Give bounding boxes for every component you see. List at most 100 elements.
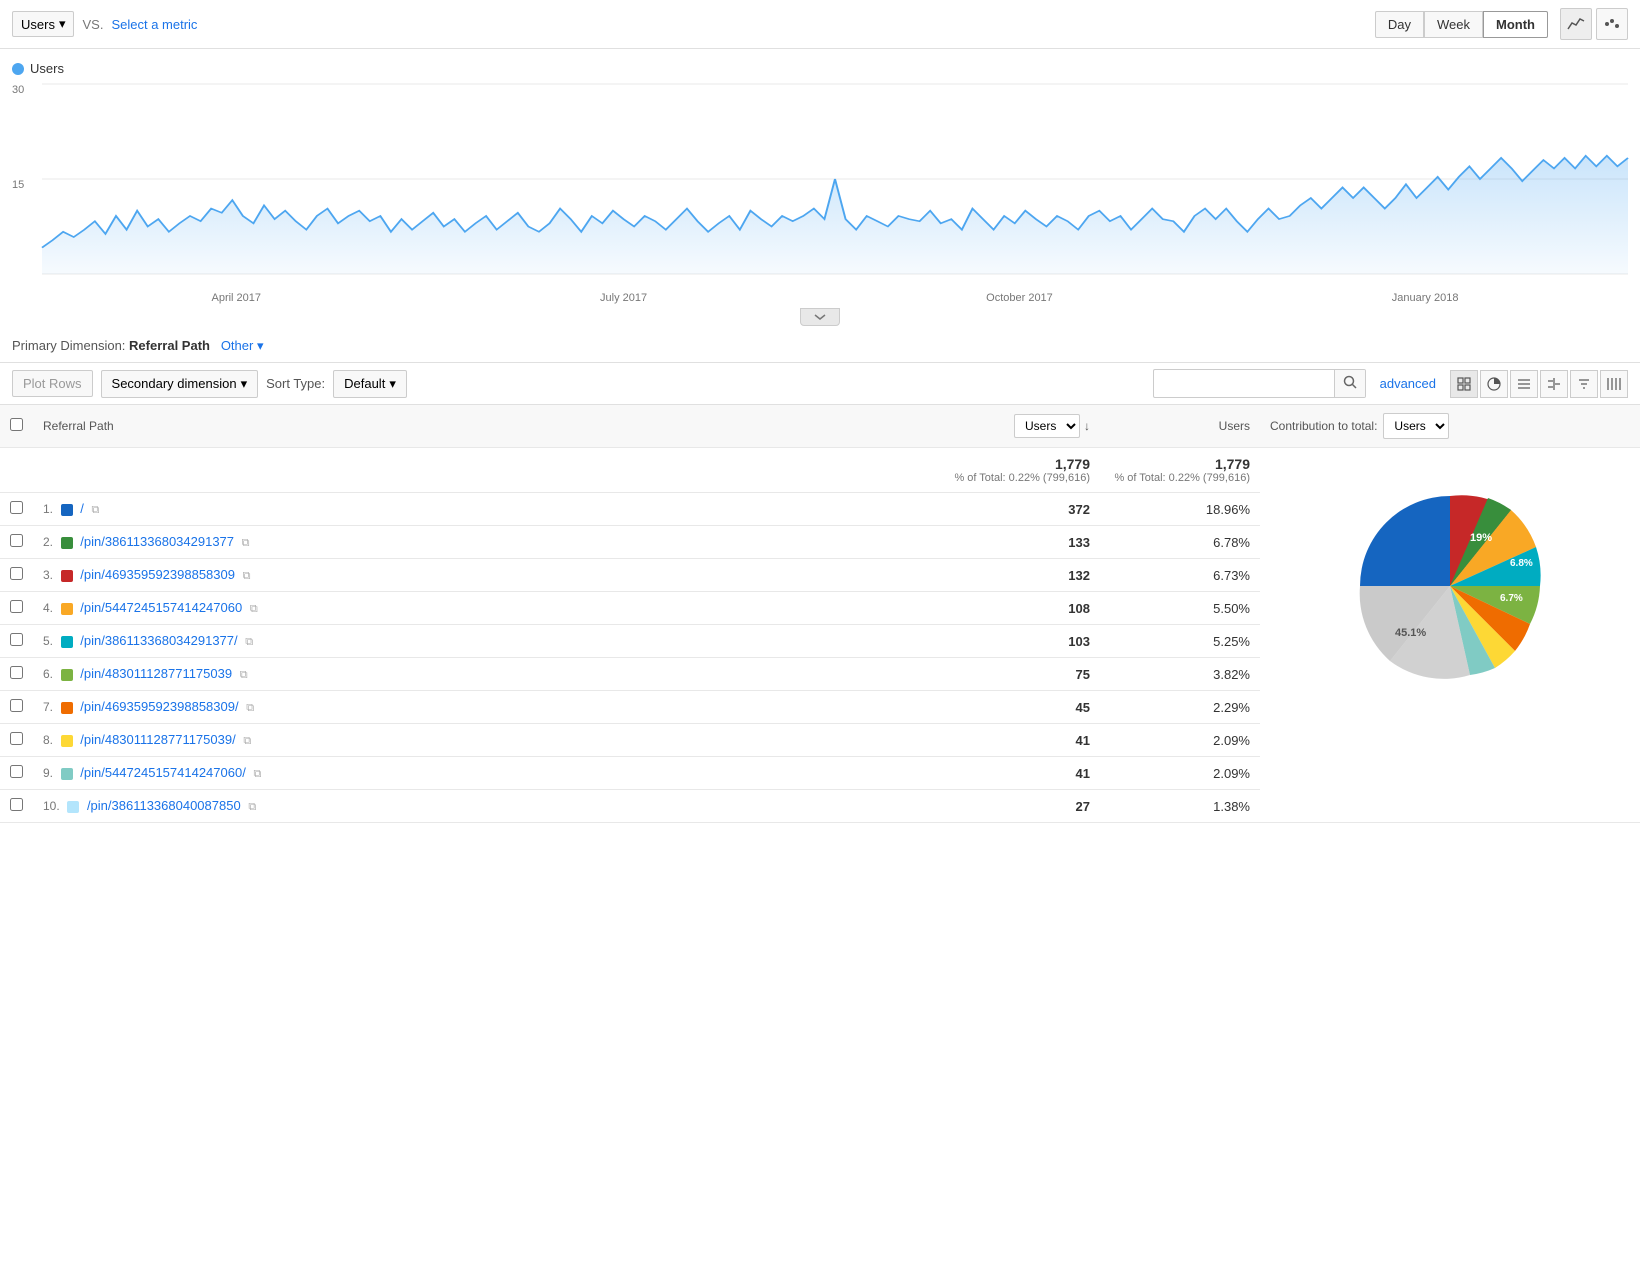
other-chevron-icon: ▾ — [257, 338, 264, 353]
row-checkbox[interactable] — [0, 625, 33, 658]
path-link[interactable]: /pin/544724515​7414247060 — [80, 600, 242, 615]
top-bar: Users ▾ VS. Select a metric Day Week Mon… — [0, 0, 1640, 49]
copy-icon[interactable]: ⧉ — [253, 768, 261, 780]
chart-container: 30 15 Apr — [12, 84, 1628, 304]
path-link[interactable]: /pin/386113368040087850 — [87, 798, 241, 813]
row-checkbox[interactable] — [0, 592, 33, 625]
svg-text:6.7%: 6.7% — [1500, 593, 1523, 604]
line-chart-svg — [42, 84, 1628, 274]
row-checkbox[interactable] — [0, 757, 33, 790]
copy-icon[interactable]: ⧉ — [242, 537, 250, 549]
contribution-select[interactable]: Users — [1383, 413, 1449, 439]
row-path: 2. /pin/386113368034291377 ⧉ — [33, 526, 900, 559]
copy-icon[interactable]: ⧉ — [248, 801, 256, 813]
time-button-group: Day Week Month — [1375, 11, 1548, 38]
advanced-link[interactable]: advanced — [1380, 376, 1436, 391]
summary-view-icon[interactable] — [1510, 370, 1538, 398]
chart-area: Users 30 15 — [0, 49, 1640, 304]
row-path: 7. /pin/469359592398858309/ ⧉ — [33, 691, 900, 724]
path-link[interactable]: /pin/483011128771175039/ — [80, 732, 235, 747]
row-metric2: 2.09% — [1100, 757, 1260, 790]
row-checkbox[interactable] — [0, 724, 33, 757]
controls-bar: Plot Rows Secondary dimension ▾ Sort Typ… — [0, 362, 1640, 405]
row-checkbox[interactable] — [0, 493, 33, 526]
search-box — [1153, 369, 1366, 398]
path-link[interactable]: /pin/469359592398858309/ — [80, 699, 238, 714]
pie-view-icon[interactable] — [1480, 370, 1508, 398]
x-label-april: April 2017 — [212, 292, 262, 304]
grid-view-icon[interactable] — [1450, 370, 1478, 398]
summary-label-cell — [33, 448, 900, 493]
day-button[interactable]: Day — [1375, 11, 1424, 38]
x-label-july: July 2017 — [600, 292, 647, 304]
search-input[interactable] — [1154, 371, 1334, 396]
row-checkbox[interactable] — [0, 526, 33, 559]
path-link[interactable]: /pin/469359592398858309 — [80, 567, 235, 582]
row-metric1: 108 — [900, 592, 1100, 625]
row-metric2: 18.96% — [1100, 493, 1260, 526]
y-label-15: 15 — [12, 179, 24, 191]
copy-icon[interactable]: ⧉ — [92, 504, 100, 516]
svg-text:45.1%: 45.1% — [1395, 627, 1426, 639]
filter-view-icon[interactable] — [1570, 370, 1598, 398]
row-metric2: 5.25% — [1100, 625, 1260, 658]
view-icons — [1560, 8, 1628, 40]
select-metric-link[interactable]: Select a metric — [111, 17, 197, 32]
summary-checkbox-cell — [0, 448, 33, 493]
line-chart-icon[interactable] — [1560, 8, 1592, 40]
copy-icon[interactable]: ⧉ — [250, 603, 258, 615]
row-metric1: 41 — [900, 724, 1100, 757]
plot-rows-button: Plot Rows — [12, 370, 93, 397]
path-link[interactable]: /pin/483011128771175039 — [80, 666, 232, 681]
row-path: 8. /pin/483011128771175039/ ⧉ — [33, 724, 900, 757]
chart-plot — [42, 84, 1628, 274]
row-metric2: 1.38% — [1100, 790, 1260, 823]
row-path: 6. /pin/483011128771175039 ⧉ — [33, 658, 900, 691]
copy-icon[interactable]: ⧉ — [240, 669, 248, 681]
metric1-header: Users ↓ — [900, 405, 1100, 448]
row-checkbox[interactable] — [0, 658, 33, 691]
metric1-select[interactable]: Users — [1014, 414, 1080, 438]
metric-dropdown[interactable]: Users ▾ — [12, 11, 74, 37]
copy-icon[interactable]: ⧉ — [246, 702, 254, 714]
row-path: 5. /pin/386113368034291377/ ⧉ — [33, 625, 900, 658]
path-link[interactable]: /pin/386113368034291377/ — [80, 633, 237, 648]
dot-chart-icon[interactable] — [1596, 8, 1628, 40]
select-all-checkbox[interactable] — [10, 418, 23, 431]
path-link[interactable]: /pin/386113368034291377 — [80, 534, 234, 549]
path-link[interactable]: /pin/544724515​7414247060/ — [80, 765, 246, 780]
chart-x-labels: April 2017 July 2017 October 2017 Januar… — [42, 292, 1628, 304]
row-metric2: 5.50% — [1100, 592, 1260, 625]
search-button[interactable] — [1334, 370, 1365, 397]
sec-dim-chevron-icon: ▾ — [241, 376, 248, 392]
primary-dim-other[interactable]: Other ▾ — [221, 338, 264, 353]
copy-icon[interactable]: ⧉ — [243, 735, 251, 747]
row-checkbox[interactable] — [0, 691, 33, 724]
row-metric1: 103 — [900, 625, 1100, 658]
columns-view-icon[interactable] — [1600, 370, 1628, 398]
row-checkbox[interactable] — [0, 790, 33, 823]
sort-type-label: Sort Type: — [266, 376, 325, 391]
metric2-header: Users — [1100, 405, 1260, 448]
row-metric2: 3.82% — [1100, 658, 1260, 691]
week-button[interactable]: Week — [1424, 11, 1483, 38]
compare-view-icon[interactable] — [1540, 370, 1568, 398]
copy-icon[interactable]: ⧉ — [245, 636, 253, 648]
primary-dim-label: Primary Dimension: — [12, 338, 125, 353]
month-button[interactable]: Month — [1483, 11, 1548, 38]
secondary-dimension-button[interactable]: Secondary dimension ▾ — [101, 370, 259, 398]
row-checkbox[interactable] — [0, 559, 33, 592]
path-link[interactable]: / — [80, 501, 84, 516]
legend-dot — [12, 63, 24, 75]
primary-dim-active[interactable]: Referral Path — [129, 338, 210, 353]
row-metric1: 132 — [900, 559, 1100, 592]
select-all-checkbox-header[interactable] — [0, 405, 33, 448]
sort-default-button[interactable]: Default ▾ — [333, 370, 407, 398]
vs-label: VS. — [82, 17, 103, 32]
copy-icon[interactable]: ⧉ — [243, 570, 251, 582]
row-metric1: 133 — [900, 526, 1100, 559]
summary-col2: 1,779 % of Total: 0.22% (799,616) — [1100, 448, 1260, 493]
collapse-button[interactable] — [800, 308, 840, 326]
row-path: 10. /pin/386113368040087850 ⧉ — [33, 790, 900, 823]
sort-asc-icon[interactable]: ↓ — [1084, 419, 1090, 433]
